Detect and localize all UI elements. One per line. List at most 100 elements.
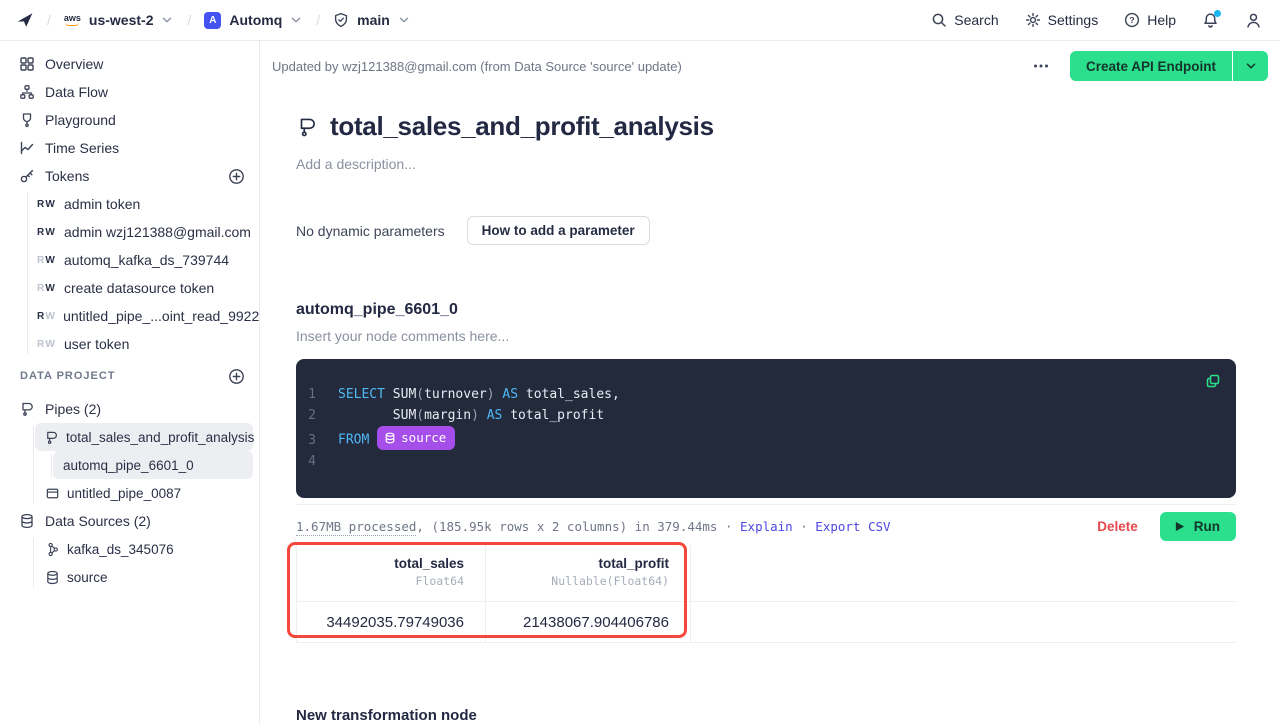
sidebar-item-datasource[interactable]: source bbox=[0, 563, 259, 591]
sidebar-item-label: Tokens bbox=[45, 168, 89, 184]
branch-selector[interactable]: main bbox=[333, 12, 411, 28]
delete-node-button[interactable]: Delete bbox=[1097, 519, 1138, 534]
export-csv-link[interactable]: Export CSV bbox=[815, 519, 890, 534]
sidebar-item-label: Playground bbox=[45, 112, 116, 128]
sidebar-item-tokens[interactable]: Tokens bbox=[0, 162, 259, 190]
add-resource-button[interactable] bbox=[228, 368, 245, 385]
pipe-icon bbox=[44, 430, 59, 445]
code-line: 3FROM source bbox=[296, 426, 1236, 451]
notification-dot bbox=[1214, 10, 1221, 17]
sidebar-item-label: Time Series bbox=[45, 140, 119, 156]
section-title: DATA PROJECT bbox=[20, 370, 116, 382]
org-avatar: A bbox=[204, 12, 221, 29]
token-label: user token bbox=[64, 336, 129, 352]
sidebar-group-pipes[interactable]: Pipes (2) bbox=[0, 395, 259, 423]
token-item[interactable]: RW create datasource token bbox=[0, 274, 259, 302]
line-number: 3 bbox=[296, 430, 338, 451]
search-label: Search bbox=[954, 12, 998, 28]
results-table: total_sales Float64 total_profit Nullabl… bbox=[296, 545, 1236, 643]
line-number: 1 bbox=[296, 384, 338, 405]
sql-editor[interactable]: 1SELECT SUM(turnover) AS total_sales, 2 … bbox=[296, 359, 1236, 498]
line-number: 2 bbox=[296, 405, 338, 426]
new-transformation-node-title: New transformation node bbox=[296, 707, 1236, 724]
settings-button[interactable]: Settings bbox=[1025, 12, 1099, 28]
processed-stat[interactable]: 1.67MB processed bbox=[296, 519, 416, 536]
token-permissions: RW bbox=[37, 199, 56, 210]
node-name[interactable]: automq_pipe_6601_0 bbox=[296, 301, 1236, 319]
shield-icon bbox=[333, 12, 349, 28]
sidebar-item-pipe-selected[interactable]: total_sales_and_profit_analysis bbox=[35, 423, 253, 451]
pipe-icon bbox=[19, 401, 35, 417]
no-parameters-text: No dynamic parameters bbox=[296, 223, 445, 239]
token-permissions: RW bbox=[37, 255, 56, 266]
create-api-endpoint-caret-button[interactable] bbox=[1233, 51, 1268, 81]
create-api-endpoint-split-button: Create API Endpoint bbox=[1070, 51, 1268, 81]
org-selector[interactable]: A Automq bbox=[204, 12, 303, 29]
code-line: 1SELECT SUM(turnover) AS total_sales, bbox=[296, 384, 1236, 405]
aws-icon: aws bbox=[64, 14, 81, 26]
sidebar-item-label: Overview bbox=[45, 56, 103, 72]
tinybird-logo-icon[interactable] bbox=[16, 11, 34, 29]
chart-line-icon bbox=[19, 140, 35, 156]
chevron-down-icon bbox=[160, 13, 174, 27]
code-line: 4 bbox=[296, 451, 1236, 472]
group-label: Pipes (2) bbox=[45, 401, 101, 417]
column-name: total_sales bbox=[297, 556, 464, 571]
token-list: RW admin token RW admin wzj121388@gmail.… bbox=[0, 190, 259, 358]
updated-by-text: Updated by wzj121388@gmail.com (from Dat… bbox=[272, 59, 682, 74]
database-icon bbox=[384, 432, 396, 444]
workspace-name: us-west-2 bbox=[89, 12, 154, 28]
token-item[interactable]: RW user token bbox=[0, 330, 259, 358]
chevron-down-icon bbox=[289, 13, 303, 27]
column-type: Float64 bbox=[297, 574, 464, 588]
sidebar-group-data-sources[interactable]: Data Sources (2) bbox=[0, 507, 259, 535]
column-header: total_sales Float64 bbox=[296, 545, 486, 601]
create-api-endpoint-button[interactable]: Create API Endpoint bbox=[1070, 51, 1232, 81]
run-label: Run bbox=[1194, 519, 1220, 534]
tree-line bbox=[51, 454, 52, 477]
sidebar-item-datasource[interactable]: kafka_ds_345076 bbox=[0, 535, 259, 563]
notifications-button[interactable] bbox=[1202, 12, 1219, 29]
explain-link[interactable]: Explain bbox=[740, 519, 793, 534]
endpoint-icon bbox=[45, 486, 60, 501]
page-title: total_sales_and_profit_analysis bbox=[330, 111, 714, 142]
org-name: Automq bbox=[229, 12, 282, 28]
token-item[interactable]: RW admin wzj121388@gmail.com bbox=[0, 218, 259, 246]
query-stats: 1.67MB processed, (185.95k rows x 2 colu… bbox=[296, 519, 891, 534]
pipe-label: total_sales_and_profit_analysis bbox=[66, 430, 254, 445]
copy-icon[interactable] bbox=[1203, 371, 1223, 391]
user-button[interactable] bbox=[1245, 12, 1262, 29]
search-button[interactable]: Search bbox=[931, 12, 998, 28]
main-panel: Updated by wzj121388@gmail.com (from Dat… bbox=[260, 41, 1280, 724]
column-header: total_profit Nullable(Float64) bbox=[486, 545, 691, 601]
sidebar-item-pipe[interactable]: untitled_pipe_0087 bbox=[0, 479, 259, 507]
group-label: Data Sources (2) bbox=[45, 513, 151, 529]
sidebar-item-node-selected[interactable]: automq_pipe_6601_0 bbox=[53, 451, 253, 479]
description-placeholder[interactable]: Add a description... bbox=[296, 156, 1236, 172]
sidebar-item-data-flow[interactable]: Data Flow bbox=[0, 78, 259, 106]
add-token-button[interactable] bbox=[228, 168, 245, 185]
help-icon: ? bbox=[1124, 12, 1140, 28]
token-item[interactable]: RW untitled_pipe_...oint_read_9922 bbox=[0, 302, 259, 330]
token-item[interactable]: RW admin token bbox=[0, 190, 259, 218]
database-icon bbox=[45, 570, 60, 585]
token-item[interactable]: RW automq_kafka_ds_739744 bbox=[0, 246, 259, 274]
grid-icon bbox=[19, 56, 35, 72]
datasource-pill[interactable]: source bbox=[377, 426, 455, 450]
table-cell: 34492035.79749036 bbox=[296, 602, 486, 642]
workspace-selector[interactable]: aws us-west-2 bbox=[64, 12, 175, 28]
how-to-add-parameter-button[interactable]: How to add a parameter bbox=[467, 216, 650, 245]
column-name: total_profit bbox=[486, 556, 669, 571]
key-icon bbox=[19, 168, 35, 184]
more-options-button[interactable] bbox=[1028, 53, 1054, 79]
sidebar-item-playground[interactable]: Playground bbox=[0, 106, 259, 134]
sidebar-item-overview[interactable]: Overview bbox=[0, 50, 259, 78]
run-button[interactable]: Run bbox=[1160, 512, 1236, 541]
settings-label: Settings bbox=[1048, 12, 1099, 28]
code-line: 2 SUM(margin) AS total_profit bbox=[296, 405, 1236, 426]
breadcrumb-separator: / bbox=[316, 12, 320, 28]
breadcrumb-separator: / bbox=[47, 12, 51, 28]
help-button[interactable]: ? Help bbox=[1124, 12, 1176, 28]
sidebar-item-time-series[interactable]: Time Series bbox=[0, 134, 259, 162]
node-comments-placeholder[interactable]: Insert your node comments here... bbox=[296, 328, 1236, 344]
